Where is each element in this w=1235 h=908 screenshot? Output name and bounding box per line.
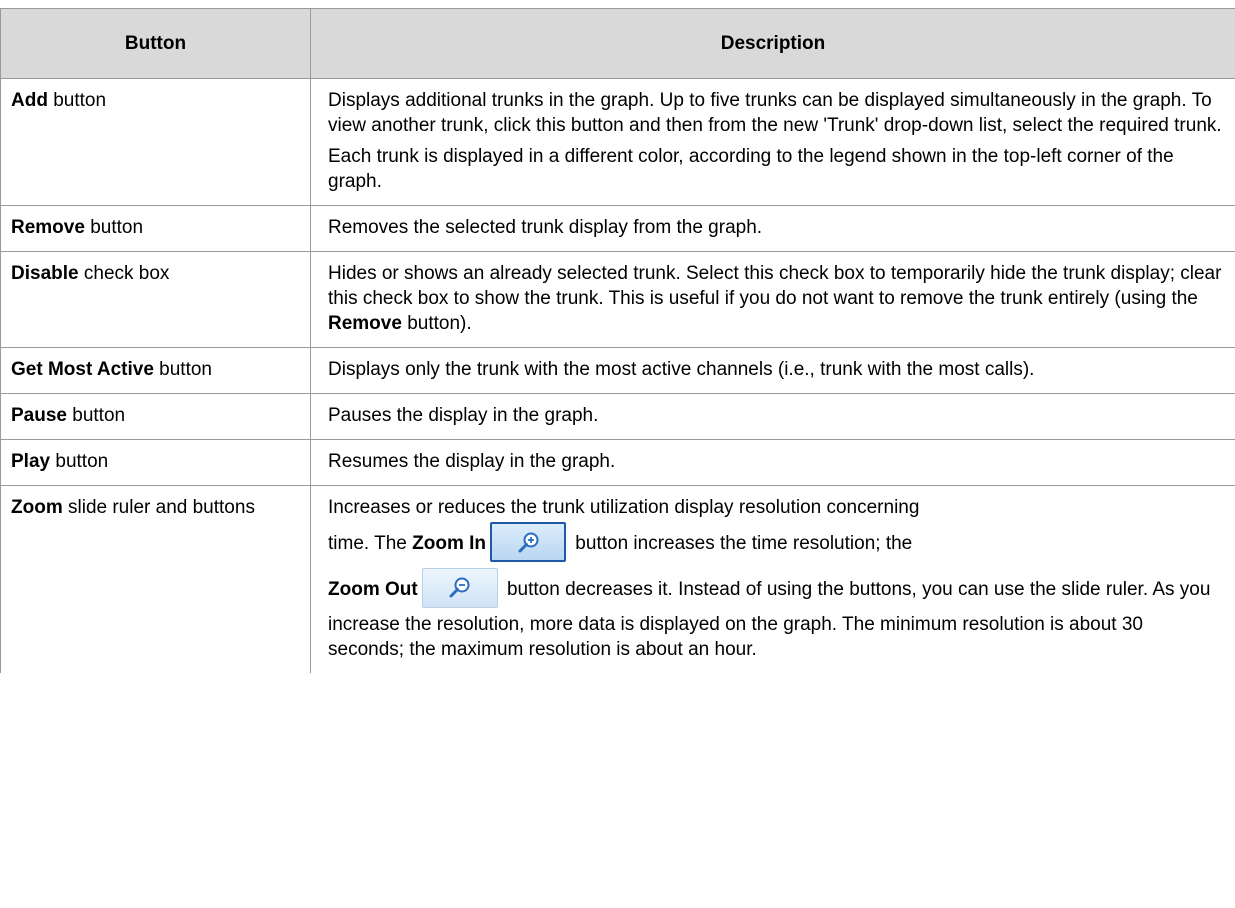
row-name-bold: Pause xyxy=(11,405,67,426)
description-text: button increases the time resolution; th… xyxy=(570,533,913,554)
row-name-bold: Remove xyxy=(11,217,85,238)
description-paragraph: Each trunk is displayed in a different c… xyxy=(328,146,1174,192)
description-text: time. The xyxy=(328,533,413,554)
description-bold: Zoom Out xyxy=(328,579,418,601)
table-row: Zoom slide ruler and buttons Increases o… xyxy=(0,485,1235,673)
description-paragraph: Increases or reduces the trunk utilizati… xyxy=(328,497,920,518)
table-row: Play button Resumes the display in the g… xyxy=(0,439,1235,486)
description-paragraph: Removes the selected trunk display from … xyxy=(328,217,763,238)
header-description: Description xyxy=(310,8,1235,79)
row-name-bold: Disable xyxy=(11,263,79,284)
table-row: Disable check box Hides or shows an alre… xyxy=(0,251,1235,348)
row-description: Hides or shows an already selected trunk… xyxy=(310,251,1235,348)
description-paragraph: time. The Zoom In button increases the t… xyxy=(328,520,1223,568)
row-name-rest: button xyxy=(153,359,212,380)
row-name-rest: slide ruler and buttons xyxy=(62,497,255,518)
row-name: Add button xyxy=(0,78,311,206)
row-description: Increases or reduces the trunk utilizati… xyxy=(310,485,1235,673)
row-name-bold: Zoom xyxy=(11,497,63,518)
row-name-rest: button xyxy=(84,217,144,238)
row-name: Remove button xyxy=(0,205,311,252)
row-name: Get Most Active button xyxy=(0,347,311,394)
row-name-rest: button xyxy=(50,451,109,472)
table-row: Remove button Removes the selected trunk… xyxy=(0,205,1235,252)
description-paragraph: Hides or shows an already selected trunk… xyxy=(328,261,1223,336)
row-name-rest: button xyxy=(66,405,126,426)
row-name: Pause button xyxy=(0,393,311,440)
description-paragraph: Zoom Out button decreases it. Instead of… xyxy=(328,568,1223,662)
table-row: Pause button Pauses the display in the g… xyxy=(0,393,1235,440)
description-paragraph: Resumes the display in the graph. xyxy=(328,451,616,472)
row-description: Removes the selected trunk display from … xyxy=(310,205,1235,252)
row-name: Play button xyxy=(0,439,311,486)
table-row: Add button Displays additional trunks in… xyxy=(0,78,1235,206)
table-row: Get Most Active button Displays only the… xyxy=(0,347,1235,394)
row-name-rest: check box xyxy=(78,263,170,284)
description-bold: Zoom In xyxy=(412,533,487,554)
row-name-bold: Get Most Active xyxy=(11,359,154,380)
description-bold: Remove xyxy=(328,313,402,334)
row-name-bold: Add xyxy=(11,90,48,111)
zoom-out-icon xyxy=(421,568,498,608)
description-paragraph: Displays additional trunks in the graph.… xyxy=(328,90,1222,136)
row-name-bold: Play xyxy=(11,451,51,472)
description-paragraph: Pauses the display in the graph. xyxy=(328,405,599,426)
zoom-in-icon xyxy=(490,521,567,562)
row-name-rest: button xyxy=(47,90,107,111)
row-description: Resumes the display in the graph. xyxy=(310,439,1235,486)
row-description: Displays additional trunks in the graph.… xyxy=(310,78,1235,206)
row-description: Pauses the display in the graph. xyxy=(310,393,1235,440)
row-name: Disable check box xyxy=(0,251,311,348)
button-description-table: Button Description Add button Displays a… xyxy=(0,8,1235,673)
description-paragraph: Displays only the trunk with the most ac… xyxy=(328,359,1035,380)
header-button: Button xyxy=(0,8,311,79)
table-header-row: Button Description xyxy=(0,8,1235,79)
description-text: Hides or shows an already selected trunk… xyxy=(328,263,1222,309)
row-description: Displays only the trunk with the most ac… xyxy=(310,347,1235,394)
description-text: button). xyxy=(401,313,472,334)
row-name: Zoom slide ruler and buttons xyxy=(0,485,311,673)
